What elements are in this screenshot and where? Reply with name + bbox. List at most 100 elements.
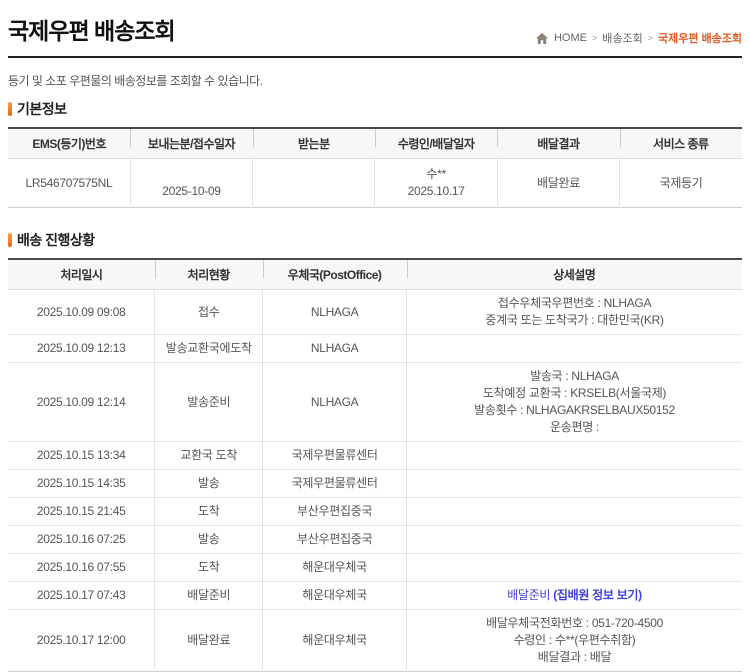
progress-row: 2025.10.16 07:25 발송 부산우편집중국 <box>8 525 742 554</box>
detail-cell: 배달우체국전화번호 : 051-720-4500 수령인 : 수**(우편수취함)… <box>406 609 742 672</box>
progress-row: 2025.10.09 09:08 접수 NLHAGA 접수우체국우편번호 : NLHA… <box>8 289 742 335</box>
detail-line: 배달결과 : 배달 <box>537 650 612 664</box>
col-receiver: 받는분 <box>252 128 375 159</box>
service-type-cell: 국제등기 <box>619 158 742 208</box>
process-datetime-cell: 2025.10.15 13:34 <box>8 441 155 470</box>
sender-name <box>139 166 244 183</box>
detail-line: 운송편명 : <box>550 420 600 434</box>
post-office-cell: NLHAGA <box>262 289 407 335</box>
section-title-basic-info-label: 기본정보 <box>17 101 67 117</box>
home-icon <box>535 32 548 44</box>
page-description: 등기 및 소포 우편물의 배송정보를 조회할 수 있습니다. <box>8 74 263 88</box>
col-detail: 상세설명 <box>406 259 742 290</box>
detail-line: 발송국 : NLHAGA <box>530 369 619 383</box>
process-datetime-cell: 2025.10.16 07:55 <box>8 553 155 582</box>
post-office-cell: 부산우편집중국 <box>262 525 407 554</box>
process-status-cell: 배달준비 <box>154 581 263 610</box>
progress-row: 2025.10.17 07:43 배달준비 해운대우체국 배달준비 (집배원 정보 보… <box>8 581 742 610</box>
delivery-date: 2025.10.17 <box>407 184 465 198</box>
detail-line: 수령인 : 수**(우편수취함) <box>513 633 636 647</box>
detail-line: 배달우체국전화번호 : 051-720-4500 <box>486 616 663 630</box>
process-status-cell: 교환국 도착 <box>154 441 263 470</box>
col-process-status: 처리현황 <box>154 259 263 290</box>
basic-info-row: LR546707575NL 2025-10-09 수** 2025.10.17 … <box>8 158 742 208</box>
process-status-cell: 발송 <box>154 469 263 498</box>
col-service-type: 서비스 종류 <box>619 128 742 159</box>
breadcrumb-separator: > <box>591 33 598 43</box>
process-datetime-cell: 2025.10.09 12:13 <box>8 334 155 363</box>
section-title-progress-label: 배송 진행상황 <box>17 232 95 248</box>
progress-row: 2025.10.15 13:34 교환국 도착 국제우편물류센터 <box>8 441 742 470</box>
progress-row: 2025.10.09 12:13 발송교환국에도착 NLHAGA <box>8 334 742 363</box>
detail-cell: 접수우체국우편번호 : NLHAGA 중계국 또는 도착국가 : 대한민국(KR) <box>406 289 742 335</box>
detail-line: 접수우체국우편번호 : NLHAGA <box>497 296 652 310</box>
post-office-cell: 해운대우체국 <box>262 581 407 610</box>
breadcrumb-home[interactable]: HOME <box>554 32 587 44</box>
delivery-result-cell: 배달완료 <box>496 158 620 208</box>
title-divider <box>8 56 742 58</box>
detail-cell <box>406 525 742 554</box>
detail-cell <box>406 334 742 363</box>
breadcrumb-delivery-tracking[interactable]: 배송조회 <box>602 30 642 46</box>
breadcrumb-current: 국제우편 배송조회 <box>657 33 742 45</box>
basic-info-table: EMS(등기)번호 보내는분/접수일자 받는분 수령인/배달일자 배달결과 서비… <box>8 127 742 208</box>
process-datetime-cell: 2025.10.17 12:00 <box>8 609 155 672</box>
progress-header-row: 처리일시 처리현황 우체국(PostOffice) 상세설명 <box>8 259 742 290</box>
process-datetime-cell: 2025.10.17 07:43 <box>8 581 155 610</box>
progress-row: 2025.10.16 07:55 도착 해운대우체국 <box>8 553 742 582</box>
courier-info-link[interactable]: (집배원 정보 보기) <box>553 588 642 602</box>
process-status-cell: 발송교환국에도착 <box>154 334 263 363</box>
col-post-office: 우체국(PostOffice) <box>262 259 407 290</box>
col-sender-date: 보내는분/접수일자 <box>130 128 253 159</box>
basic-info-header-row: EMS(등기)번호 보내는분/접수일자 받는분 수령인/배달일자 배달결과 서비… <box>8 128 742 159</box>
breadcrumb: HOME > 배송조회 > 국제우편 배송조회 <box>535 30 742 46</box>
process-status-cell: 도착 <box>154 497 263 526</box>
progress-row: 2025.10.17 12:00 배달완료 해운대우체국 배달우체국전화번호 : 05… <box>8 609 742 672</box>
sender-date-cell: 2025-10-09 <box>129 158 253 208</box>
process-status-cell: 배달완료 <box>154 609 263 672</box>
col-recipient-delivery-date: 수령인/배달일자 <box>374 128 498 159</box>
page-title: 국제우편 배송조회 <box>8 18 176 44</box>
page: 국제우편 배송조회 HOME > 배송조회 > 국제우편 배송조회 등기 및 소… <box>0 0 750 672</box>
detail-cell <box>406 441 742 470</box>
detail-line: 중계국 또는 도착국가 : 대한민국(KR) <box>485 313 664 327</box>
ems-number-cell: LR546707575NL <box>25 175 113 190</box>
process-datetime-cell: 2025.10.15 14:35 <box>8 469 155 498</box>
recipient-delivery-date-cell: 수** 2025.10.17 <box>374 158 498 208</box>
process-datetime-cell: 2025.10.16 07:25 <box>8 525 155 554</box>
section-title-basic-info: 기본정보 <box>8 99 742 119</box>
recipient-name: 수** <box>426 167 446 181</box>
process-datetime-cell: 2025.10.09 12:14 <box>8 362 155 442</box>
process-status-cell: 접수 <box>154 289 263 335</box>
post-office-cell: NLHAGA <box>262 362 407 442</box>
post-office-cell: 해운대우체국 <box>262 553 407 582</box>
breadcrumb-separator: > <box>647 33 653 43</box>
section-bar-icon <box>8 233 12 247</box>
receiver-cell <box>252 158 375 208</box>
col-delivery-result: 배달결과 <box>497 128 620 159</box>
detail-line: 도착예정 교환국 : KRSELB(서울국제) <box>482 386 667 400</box>
section-title-progress: 배송 진행상황 <box>8 230 742 250</box>
detail-cell: 배달준비 (집배원 정보 보기) <box>406 581 742 610</box>
progress-row: 2025.10.09 12:14 발송준비 NLHAGA 발송국 : NLHAGA 도착… <box>8 362 742 442</box>
col-ems-number: EMS(등기)번호 <box>8 128 131 159</box>
post-office-cell: NLHAGA <box>262 334 407 363</box>
process-datetime-cell: 2025.10.15 21:45 <box>8 497 155 526</box>
progress-row: 2025.10.15 21:45 도착 부산우편집중국 <box>8 497 742 526</box>
detail-cell: 발송국 : NLHAGA 도착예정 교환국 : KRSELB(서울국제) 발송횟수 … <box>406 362 742 442</box>
detail-cell <box>406 553 742 582</box>
process-datetime-cell: 2025.10.09 09:08 <box>36 304 126 319</box>
col-process-datetime: 처리일시 <box>8 259 155 290</box>
detail-prefix-text: 배달준비 <box>507 588 554 602</box>
page-header: 국제우편 배송조회 HOME > 배송조회 > 국제우편 배송조회 <box>8 8 742 46</box>
detail-line: 발송횟수 : NLHAGAKRSELBAUX50152 <box>474 403 675 417</box>
detail-cell <box>406 469 742 498</box>
progress-table: 처리일시 처리현황 우체국(PostOffice) 상세설명 2025.10.0… <box>8 258 742 672</box>
post-office-cell: 국제우편물류센터 <box>262 469 407 498</box>
process-status-cell: 발송 <box>154 525 263 554</box>
post-office-cell: 해운대우체국 <box>262 609 407 672</box>
process-status-cell: 발송준비 <box>154 362 263 442</box>
progress-row: 2025.10.15 14:35 발송 국제우편물류센터 <box>8 469 742 498</box>
process-status-cell: 도착 <box>154 553 263 582</box>
post-office-cell: 국제우편물류센터 <box>262 441 407 470</box>
